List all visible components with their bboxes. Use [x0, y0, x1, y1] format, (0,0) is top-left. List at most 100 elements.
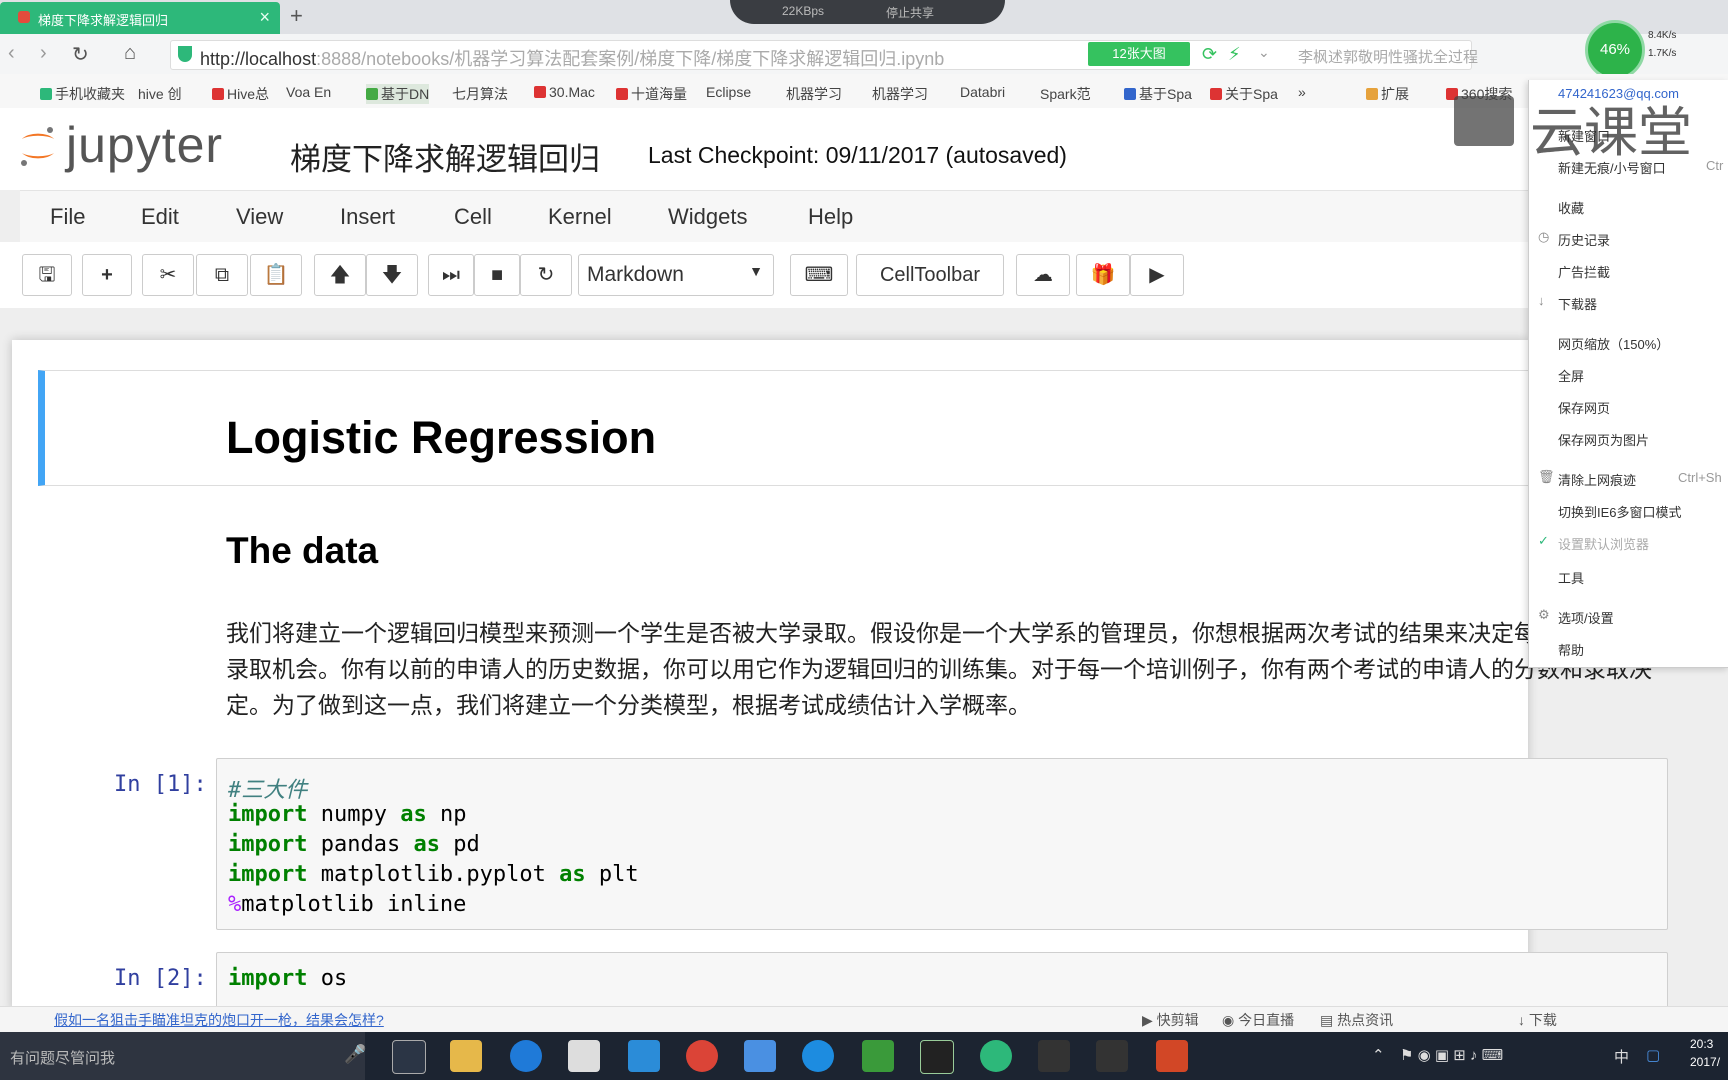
- restart-kernel-icon[interactable]: ↻: [520, 254, 572, 296]
- bookmark-item[interactable]: hive 创: [138, 84, 182, 104]
- cloud-upload-icon[interactable]: ☁: [1016, 254, 1070, 296]
- menu-item-incognito[interactable]: 新建无痕/小号窗口: [1558, 158, 1666, 177]
- menu-item-favorites[interactable]: 收藏: [1558, 198, 1584, 217]
- app-icon[interactable]: [920, 1040, 954, 1074]
- menu-item-ie6-mode[interactable]: 切换到IE6多窗口模式: [1558, 502, 1682, 521]
- menu-item-new-window[interactable]: 新建窗口: [1558, 126, 1610, 145]
- refresh-circle-icon[interactable]: ⟳: [1202, 44, 1217, 65]
- menu-cell[interactable]: Cell: [454, 204, 492, 230]
- status-item[interactable]: ▶ 快剪辑: [1142, 1010, 1199, 1030]
- menu-item-settings[interactable]: 选项/设置: [1558, 608, 1614, 627]
- menu-help[interactable]: Help: [808, 204, 853, 230]
- store-icon[interactable]: [568, 1040, 600, 1072]
- keyboard-shortcuts-icon[interactable]: ⌨: [790, 254, 848, 296]
- bookmark-item[interactable]: 十道海量: [616, 84, 687, 104]
- bookmark-item[interactable]: Voa En: [286, 84, 331, 100]
- taskbar-search-box[interactable]: 有问题尽管问我: [0, 1032, 365, 1080]
- menu-item-zoom[interactable]: 网页缩放（150%）: [1558, 334, 1669, 353]
- chrome-icon[interactable]: [686, 1040, 718, 1072]
- close-tab-icon[interactable]: ×: [259, 7, 270, 28]
- gift-icon[interactable]: 🎁: [1076, 254, 1130, 296]
- menu-item-help[interactable]: 帮助: [1558, 640, 1584, 659]
- menu-item-history[interactable]: 历史记录: [1558, 230, 1610, 249]
- run-cell-icon[interactable]: ⏭: [428, 254, 474, 296]
- menu-item-fullscreen[interactable]: 全屏: [1558, 366, 1584, 385]
- cut-icon[interactable]: ✂: [142, 254, 194, 296]
- pycharm-icon[interactable]: [862, 1040, 894, 1072]
- bookmark-item[interactable]: 手机收藏夹: [40, 84, 125, 104]
- search-suggestion[interactable]: 李枫述郭敬明性骚扰全过程: [1298, 46, 1478, 67]
- save-icon[interactable]: 🖫: [22, 254, 72, 296]
- reload-icon[interactable]: ↻: [72, 42, 89, 67]
- move-up-icon[interactable]: 🡅: [314, 254, 366, 296]
- paste-icon[interactable]: 📋: [250, 254, 302, 296]
- cpu-usage-badge[interactable]: 46%: [1585, 20, 1645, 80]
- url-text[interactable]: http://localhost:8888/notebooks/机器学习算法配套…: [200, 45, 944, 71]
- stop-kernel-icon[interactable]: ■: [474, 254, 520, 296]
- menu-item-downloader[interactable]: 下载器: [1558, 294, 1597, 313]
- microphone-icon[interactable]: 🎤: [344, 1044, 366, 1065]
- notebook-title[interactable]: 梯度下降求解逻辑回归: [290, 134, 600, 179]
- lightning-icon[interactable]: ⚡: [1228, 44, 1241, 65]
- menu-item-save-page[interactable]: 保存网页: [1558, 398, 1610, 417]
- copy-icon[interactable]: ⧉: [196, 254, 248, 296]
- menu-edit[interactable]: Edit: [141, 204, 179, 230]
- menu-insert[interactable]: Insert: [340, 204, 395, 230]
- qq-icon[interactable]: [1038, 1040, 1070, 1072]
- bookmark-item[interactable]: 基于DN: [366, 84, 430, 104]
- status-item[interactable]: ◉ 今日直播: [1222, 1010, 1294, 1030]
- file-explorer-icon[interactable]: [450, 1040, 482, 1072]
- stop-share-button[interactable]: 停止共享: [886, 4, 934, 21]
- jupyter-logo-icon[interactable]: [18, 125, 58, 167]
- task-view-icon[interactable]: [392, 1040, 426, 1074]
- bookmark-item[interactable]: Spark范: [1040, 84, 1091, 104]
- move-down-icon[interactable]: 🡇: [366, 254, 418, 296]
- menu-item-tools[interactable]: 工具: [1558, 568, 1584, 587]
- code-cell[interactable]: [216, 952, 1668, 1010]
- menu-item-adblock[interactable]: 广告拦截: [1558, 262, 1610, 281]
- edge-icon[interactable]: [510, 1040, 542, 1072]
- powerpoint-icon[interactable]: [1156, 1040, 1188, 1072]
- slideshow-icon[interactable]: ▶: [1130, 254, 1184, 296]
- new-tab-button[interactable]: +: [290, 3, 303, 29]
- menu-kernel[interactable]: Kernel: [548, 204, 612, 230]
- menu-file[interactable]: File: [50, 204, 85, 230]
- bookmark-item[interactable]: Hive总: [212, 84, 269, 104]
- big-image-button[interactable]: 12张大图: [1088, 42, 1190, 66]
- bookmarks-overflow[interactable]: »: [1298, 84, 1306, 100]
- chevron-down-icon[interactable]: ⌄: [1258, 44, 1270, 61]
- cell-type-select[interactable]: Markdown ▼: [578, 254, 774, 296]
- menu-item-clear-history[interactable]: 清除上网痕迹: [1558, 470, 1636, 489]
- app-icon[interactable]: [628, 1040, 660, 1072]
- jupyter-task-icon[interactable]: [1096, 1040, 1128, 1072]
- status-item[interactable]: ▤ 热点资讯: [1320, 1010, 1393, 1030]
- tab-active[interactable]: 梯度下降求解逻辑回归 ×: [0, 2, 280, 34]
- bookmark-item[interactable]: 七月算法: [452, 84, 508, 104]
- menu-widgets[interactable]: Widgets: [668, 204, 747, 230]
- bookmark-item[interactable]: 30.Mac: [534, 84, 595, 100]
- tray-chevron-icon[interactable]: ⌃: [1372, 1046, 1385, 1064]
- 360-browser-icon[interactable]: [980, 1040, 1012, 1072]
- menu-item-default-browser[interactable]: 设置默认浏览器: [1558, 534, 1649, 553]
- taskbar-clock[interactable]: 20:3 2017/: [1690, 1035, 1720, 1071]
- celltoolbar-button[interactable]: CellToolbar: [856, 254, 1004, 296]
- browser-icon[interactable]: [802, 1040, 834, 1072]
- menu-view[interactable]: View: [236, 204, 283, 230]
- back-icon[interactable]: ‹: [8, 42, 15, 65]
- status-item[interactable]: ↓ 下载: [1518, 1010, 1557, 1030]
- bookmark-item[interactable]: 机器学习: [872, 84, 928, 104]
- ime-indicator[interactable]: 中: [1614, 1046, 1629, 1067]
- tray-icons[interactable]: ⚑ ◉ ▣ ⊞ ♪ ⌨: [1400, 1046, 1503, 1064]
- menu-item-save-as-image[interactable]: 保存网页为图片: [1558, 430, 1649, 449]
- bookmark-item[interactable]: 关于Spa: [1210, 84, 1278, 104]
- bookmark-item[interactable]: 机器学习: [786, 84, 842, 104]
- news-ticker-link[interactable]: 假如一名狙击手瞄准坦克的炮口开一枪，结果会怎样?: [54, 1010, 384, 1030]
- bookmark-item[interactable]: 基于Spa: [1124, 84, 1192, 104]
- jupyter-wordmark[interactable]: jupyter: [66, 116, 223, 174]
- bookmark-item[interactable]: Eclipse: [706, 84, 751, 100]
- bookmark-item[interactable]: Databri: [960, 84, 1005, 100]
- forward-icon[interactable]: ›: [40, 42, 47, 65]
- notification-icon[interactable]: ▢: [1646, 1046, 1660, 1064]
- extensions-button[interactable]: 扩展: [1366, 84, 1409, 104]
- app-icon[interactable]: [744, 1040, 776, 1072]
